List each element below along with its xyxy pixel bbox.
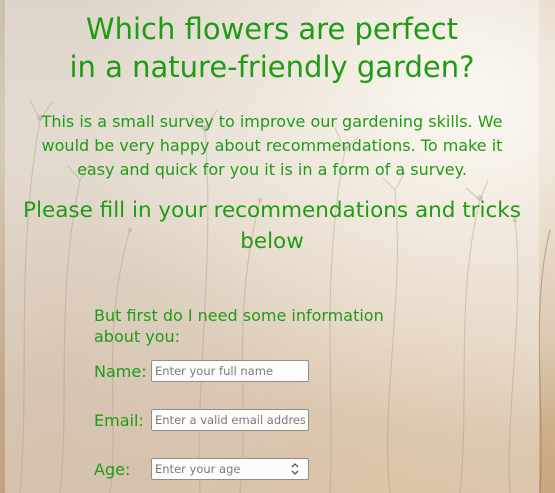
intro-text: This is a small survey to improve our ga… bbox=[41, 112, 503, 179]
form-intro-text: But first do I need some information abo… bbox=[94, 306, 384, 346]
number-spinner-icon[interactable] bbox=[289, 460, 301, 478]
survey-content: Which flowers are perfect in a nature-fr… bbox=[5, 0, 539, 480]
name-row: Name: bbox=[94, 360, 394, 382]
page-title-line-2: in a nature-friendly garden? bbox=[69, 50, 475, 84]
email-input[interactable] bbox=[151, 409, 309, 431]
age-label: Age: bbox=[94, 459, 131, 479]
email-label: Email: bbox=[94, 410, 144, 430]
page-title-line-1: Which flowers are perfect bbox=[85, 12, 459, 46]
page-title: Which flowers are perfect in a nature-fr… bbox=[5, 10, 539, 86]
age-row: Age: bbox=[94, 458, 394, 480]
spinner-arrows-icon bbox=[291, 463, 299, 475]
name-label: Name: bbox=[94, 361, 147, 381]
survey-form: But first do I need some information abo… bbox=[94, 305, 434, 480]
age-input[interactable] bbox=[151, 458, 309, 480]
recommendations-heading: Please fill in your recommendations and … bbox=[23, 198, 521, 254]
name-input[interactable] bbox=[151, 360, 309, 382]
email-row: Email: bbox=[94, 409, 394, 431]
